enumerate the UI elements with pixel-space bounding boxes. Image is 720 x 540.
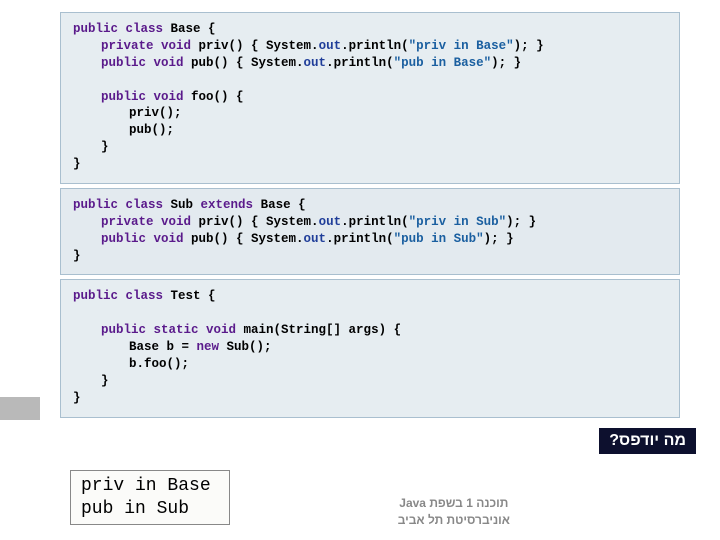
code-line: } <box>73 248 667 265</box>
text: () { System. <box>214 56 304 70</box>
text: .println( <box>341 39 409 53</box>
text: () { System. <box>214 232 304 246</box>
footer-line: תוכנה 1 בשפת Java <box>398 495 510 512</box>
text: (String[] args) { <box>274 323 402 337</box>
code-line: } <box>73 139 667 156</box>
keyword: extends <box>193 198 261 212</box>
code-line: public class Base { <box>73 21 667 38</box>
field: out <box>319 39 342 53</box>
output-line: priv in Base <box>81 475 211 498</box>
text: ); } <box>506 215 536 229</box>
keyword: private void <box>101 39 199 53</box>
code-line: public void pub() { System.out.println("… <box>73 55 667 72</box>
code-line: } <box>73 373 667 390</box>
code-line: b.foo(); <box>73 356 667 373</box>
code-line: priv(); <box>73 105 667 122</box>
code-box-sub: public class Sub extends Base { private … <box>60 188 680 276</box>
code-line: } <box>73 390 667 407</box>
code-line: public static void main(String[] args) { <box>73 322 667 339</box>
method-name: main <box>244 323 274 337</box>
footer: תוכנה 1 בשפת Java אוניברסיטת תל אביב <box>398 495 510 529</box>
text: { <box>201 289 216 303</box>
text: .println( <box>326 56 394 70</box>
code-box-test: public class Test { public static void m… <box>60 279 680 417</box>
string-literal: "priv in Sub" <box>409 215 507 229</box>
code-line: private void priv() { System.out.println… <box>73 214 667 231</box>
keyword: public class <box>73 22 171 36</box>
text: () { <box>214 90 244 104</box>
code-box-base: public class Base { private void priv() … <box>60 12 680 184</box>
class-name: Sub <box>171 198 194 212</box>
text: () { System. <box>229 39 319 53</box>
keyword: public void <box>101 232 191 246</box>
blank-line <box>73 305 667 322</box>
code-line: Base b = new Sub(); <box>73 339 667 356</box>
keyword: public class <box>73 198 171 212</box>
string-literal: "pub in Sub" <box>394 232 484 246</box>
field: out <box>304 56 327 70</box>
text: { <box>201 22 216 36</box>
code-line: public class Test { <box>73 288 667 305</box>
keyword: public void <box>101 90 191 104</box>
class-name: Test <box>171 289 201 303</box>
output-box: priv in Base pub in Sub <box>70 470 230 525</box>
text: () { System. <box>229 215 319 229</box>
text: ); } <box>491 56 521 70</box>
field: out <box>304 232 327 246</box>
text: .println( <box>341 215 409 229</box>
text: ); } <box>514 39 544 53</box>
text: { <box>291 198 306 212</box>
output-line: pub in Sub <box>81 498 211 521</box>
code-line: } <box>73 156 667 173</box>
text: Base b = <box>129 340 197 354</box>
code-line: private void priv() { System.out.println… <box>73 38 667 55</box>
field: out <box>319 215 342 229</box>
method-name: priv <box>199 215 229 229</box>
question-badge: מה יודפס? <box>599 428 696 454</box>
keyword: public static void <box>101 323 244 337</box>
method-name: priv <box>199 39 229 53</box>
text: ); } <box>484 232 514 246</box>
code-line: public class Sub extends Base { <box>73 197 667 214</box>
footer-line: אוניברסיטת תל אביב <box>398 512 510 529</box>
string-literal: "pub in Base" <box>394 56 492 70</box>
keyword: public class <box>73 289 171 303</box>
slide-content: public class Base { private void priv() … <box>60 12 680 422</box>
keyword: private void <box>101 215 199 229</box>
text: .println( <box>326 232 394 246</box>
parent-class: Base <box>261 198 291 212</box>
blank-line <box>73 72 667 89</box>
code-line: public void foo() { <box>73 89 667 106</box>
code-line: public void pub() { System.out.println("… <box>73 231 667 248</box>
method-name: foo <box>191 90 214 104</box>
text: Sub(); <box>219 340 272 354</box>
code-line: pub(); <box>73 122 667 139</box>
decorative-stripe <box>0 397 40 420</box>
string-literal: "priv in Base" <box>409 39 514 53</box>
class-name: Base <box>171 22 201 36</box>
method-name: pub <box>191 56 214 70</box>
keyword: public void <box>101 56 191 70</box>
keyword: new <box>197 340 220 354</box>
method-name: pub <box>191 232 214 246</box>
